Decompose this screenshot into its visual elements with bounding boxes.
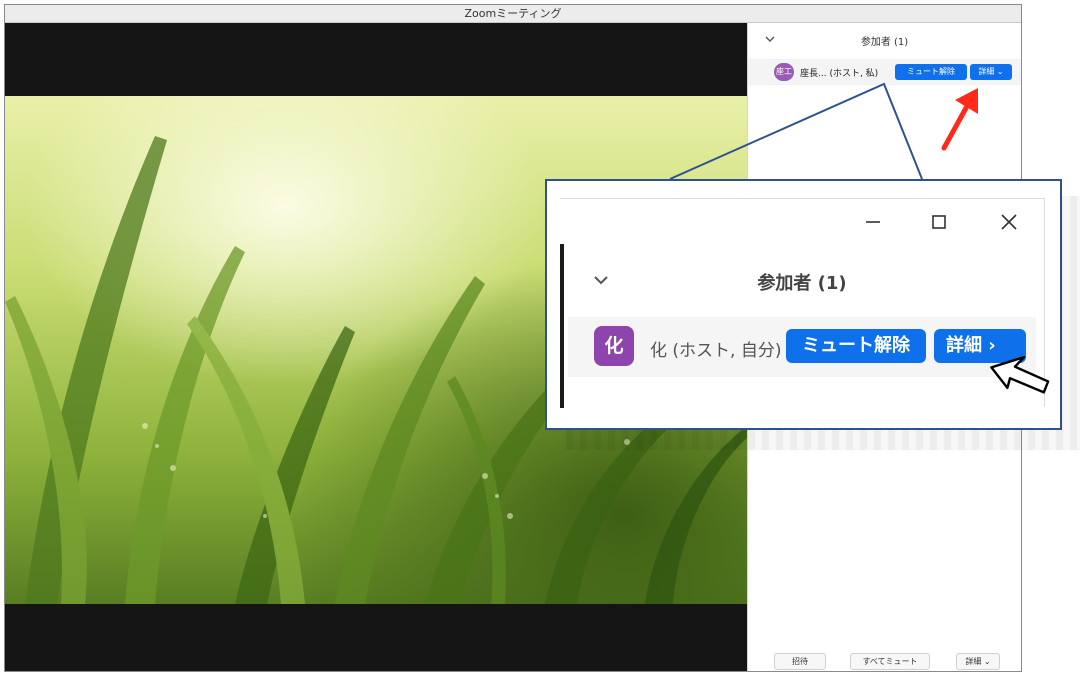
chevron-down-icon: ⌄ <box>996 67 1004 76</box>
participant-row[interactable]: 座工 座長... (ホスト, 私) ミュート解除 詳細 ⌄ <box>748 59 1021 85</box>
window-title: Zoomミーティング <box>5 5 1021 23</box>
participants-footer: 招待 すべてミュート 詳細 ⌄ <box>748 651 1021 671</box>
more-button[interactable]: 詳細 › <box>934 329 1026 363</box>
avatar: 化 <box>594 326 634 366</box>
participant-row[interactable]: 化 化 (ホスト, 自分) ミュート解除 詳細 › <box>568 317 1036 377</box>
more-button-label: 詳細 <box>946 335 982 356</box>
mute-all-button[interactable]: すべてミュート <box>850 653 930 670</box>
avatar: 座工 <box>774 63 794 81</box>
footer-more-button[interactable]: 詳細 ⌄ <box>956 653 1000 670</box>
zoom-callout: 参加者 (1) 化 化 (ホスト, 自分) ミュート解除 詳細 › <box>545 179 1062 430</box>
footer-more-label: 詳細 <box>965 657 982 666</box>
zoomed-participants-panel: 参加者 (1) 化 化 (ホスト, 自分) ミュート解除 詳細 › <box>560 198 1045 408</box>
chevron-right-icon: › <box>988 335 996 356</box>
participant-name: 座長... (ホスト, 私) <box>800 69 879 79</box>
participants-title: 参加者 (1) <box>757 273 847 294</box>
unmute-button[interactable]: ミュート解除 <box>786 329 926 363</box>
minimize-icon[interactable] <box>860 209 886 235</box>
participants-title: 参加者 (1) <box>860 37 909 48</box>
unmute-button[interactable]: ミュート解除 <box>895 64 967 80</box>
chevron-down-icon: ⌄ <box>983 657 991 666</box>
more-button-label: 詳細 <box>978 67 995 76</box>
more-button[interactable]: 詳細 ⌄ <box>970 64 1012 80</box>
participants-header: 参加者 (1) <box>748 23 1021 57</box>
invite-button[interactable]: 招待 <box>774 653 826 670</box>
close-icon[interactable] <box>996 209 1022 235</box>
participant-name: 化 (ホスト, 自分) <box>650 341 782 361</box>
maximize-icon[interactable] <box>926 209 952 235</box>
